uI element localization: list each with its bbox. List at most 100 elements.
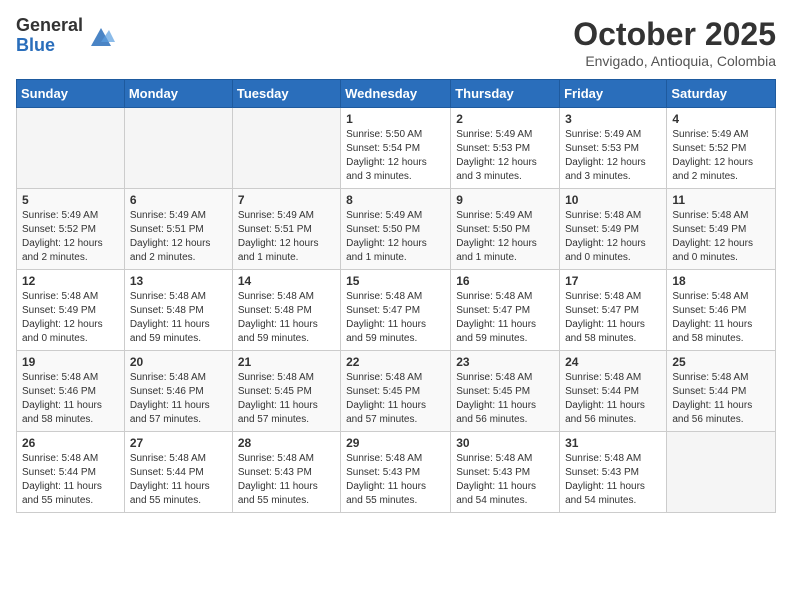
day-number: 31 — [565, 436, 661, 450]
cell-sun-info: Sunrise: 5:49 AM Sunset: 5:53 PM Dayligh… — [565, 128, 661, 184]
calendar-header-row: SundayMondayTuesdayWednesdayThursdayFrid… — [17, 80, 776, 108]
cell-sun-info: Sunrise: 5:49 AM Sunset: 5:51 PM Dayligh… — [238, 209, 335, 265]
day-number: 9 — [456, 193, 554, 207]
day-number: 11 — [672, 193, 770, 207]
calendar-cell — [124, 108, 232, 189]
day-number: 22 — [346, 355, 445, 369]
day-number: 12 — [22, 274, 119, 288]
cell-sun-info: Sunrise: 5:48 AM Sunset: 5:47 PM Dayligh… — [565, 290, 661, 346]
calendar-cell: 28Sunrise: 5:48 AM Sunset: 5:43 PM Dayli… — [232, 432, 340, 513]
calendar-cell: 12 Sunrise: 5:48 AM Sunset: 5:49 PM Dayli… — [17, 270, 125, 351]
calendar-cell: 23Sunrise: 5:48 AM Sunset: 5:45 PM Dayli… — [451, 351, 560, 432]
day-number: 3 — [565, 112, 661, 126]
calendar-cell: 7 Sunrise: 5:49 AM Sunset: 5:51 PM Daylig… — [232, 189, 340, 270]
calendar-cell: 25 Sunrise: 5:48 AM Sunset: 5:44 PM Dayli… — [667, 351, 776, 432]
day-number: 1 — [346, 112, 445, 126]
day-number: 13 — [130, 274, 227, 288]
calendar-cell: 1 Sunrise: 5:50 AM Sunset: 5:54 PM Daylig… — [341, 108, 451, 189]
page-header: General Blue October 2025 Envigado, Anti… — [16, 16, 776, 69]
day-number: 4 — [672, 112, 770, 126]
day-number: 8 — [346, 193, 445, 207]
day-number: 24 — [565, 355, 661, 369]
day-of-week-header: Sunday — [17, 80, 125, 108]
cell-sun-info: Sunrise: 5:50 AM Sunset: 5:54 PM Dayligh… — [346, 128, 445, 184]
cell-sun-info: Sunrise: 5:48 AM Sunset: 5:45 PM Dayligh… — [346, 371, 445, 427]
day-number: 21 — [238, 355, 335, 369]
logo-text: General Blue — [16, 16, 83, 56]
cell-sun-info: Sunrise: 5:49 AM Sunset: 5:53 PM Dayligh… — [456, 128, 554, 184]
calendar-cell: 21 Sunrise: 5:48 AM Sunset: 5:45 PM Dayli… — [232, 351, 340, 432]
calendar-cell: 8 Sunrise: 5:49 AM Sunset: 5:50 PM Daylig… — [341, 189, 451, 270]
cell-sun-info: Sunrise: 5:48 AM Sunset: 5:44 PM Dayligh… — [565, 371, 661, 427]
calendar-cell: 3 Sunrise: 5:49 AM Sunset: 5:53 PM Daylig… — [560, 108, 667, 189]
cell-sun-info: Sunrise: 5:48 AM Sunset: 5:46 PM Dayligh… — [672, 290, 770, 346]
calendar-cell: 26Sunrise: 5:48 AM Sunset: 5:44 PM Dayli… — [17, 432, 125, 513]
cell-sun-info: Sunrise: 5:48 AM Sunset: 5:46 PM Dayligh… — [130, 371, 227, 427]
day-number: 15 — [346, 274, 445, 288]
day-of-week-header: Wednesday — [341, 80, 451, 108]
cell-sun-info: Sunrise: 5:48 AM Sunset: 5:44 PM Dayligh… — [22, 452, 119, 508]
calendar-cell: 29Sunrise: 5:48 AM Sunset: 5:43 PM Dayli… — [341, 432, 451, 513]
cell-sun-info: Sunrise: 5:48 AM Sunset: 5:43 PM Dayligh… — [456, 452, 554, 508]
cell-sun-info: Sunrise: 5:48 AM Sunset: 5:43 PM Dayligh… — [346, 452, 445, 508]
day-number: 27 — [130, 436, 227, 450]
calendar-cell — [667, 432, 776, 513]
month-year-title: October 2025 — [573, 16, 776, 53]
day-number: 30 — [456, 436, 554, 450]
calendar-cell: 22 Sunrise: 5:48 AM Sunset: 5:45 PM Dayli… — [341, 351, 451, 432]
calendar-cell: 24 Sunrise: 5:48 AM Sunset: 5:44 PM Dayli… — [560, 351, 667, 432]
cell-sun-info: Sunrise: 5:48 AM Sunset: 5:45 PM Dayligh… — [238, 371, 335, 427]
calendar-cell: 6 Sunrise: 5:49 AM Sunset: 5:51 PM Daylig… — [124, 189, 232, 270]
calendar-cell: 27Sunrise: 5:48 AM Sunset: 5:44 PM Dayli… — [124, 432, 232, 513]
day-number: 6 — [130, 193, 227, 207]
cell-sun-info: Sunrise: 5:49 AM Sunset: 5:50 PM Dayligh… — [456, 209, 554, 265]
day-number: 25 — [672, 355, 770, 369]
calendar-cell: 5Sunrise: 5:49 AM Sunset: 5:52 PM Daylig… — [17, 189, 125, 270]
calendar-cell: 9 Sunrise: 5:49 AM Sunset: 5:50 PM Daylig… — [451, 189, 560, 270]
calendar-cell: 2 Sunrise: 5:49 AM Sunset: 5:53 PM Daylig… — [451, 108, 560, 189]
day-of-week-header: Tuesday — [232, 80, 340, 108]
calendar-week-row: 5Sunrise: 5:49 AM Sunset: 5:52 PM Daylig… — [17, 189, 776, 270]
logo-icon — [87, 22, 115, 50]
calendar-cell: 14 Sunrise: 5:48 AM Sunset: 5:48 PM Dayli… — [232, 270, 340, 351]
calendar-cell: 30 Sunrise: 5:48 AM Sunset: 5:43 PM Dayli… — [451, 432, 560, 513]
cell-sun-info: Sunrise: 5:48 AM Sunset: 5:49 PM Dayligh… — [22, 290, 119, 346]
day-of-week-header: Monday — [124, 80, 232, 108]
title-block: October 2025 Envigado, Antioquia, Colomb… — [573, 16, 776, 69]
calendar-cell: 15 Sunrise: 5:48 AM Sunset: 5:47 PM Dayli… — [341, 270, 451, 351]
day-number: 14 — [238, 274, 335, 288]
calendar-week-row: 26Sunrise: 5:48 AM Sunset: 5:44 PM Dayli… — [17, 432, 776, 513]
day-number: 28 — [238, 436, 335, 450]
cell-sun-info: Sunrise: 5:48 AM Sunset: 5:49 PM Dayligh… — [672, 209, 770, 265]
cell-sun-info: Sunrise: 5:48 AM Sunset: 5:48 PM Dayligh… — [238, 290, 335, 346]
calendar-cell: 17 Sunrise: 5:48 AM Sunset: 5:47 PM Dayli… — [560, 270, 667, 351]
calendar-cell: 4 Sunrise: 5:49 AM Sunset: 5:52 PM Daylig… — [667, 108, 776, 189]
calendar-cell: 19Sunrise: 5:48 AM Sunset: 5:46 PM Dayli… — [17, 351, 125, 432]
day-number: 17 — [565, 274, 661, 288]
calendar-week-row: 19Sunrise: 5:48 AM Sunset: 5:46 PM Dayli… — [17, 351, 776, 432]
cell-sun-info: Sunrise: 5:48 AM Sunset: 5:49 PM Dayligh… — [565, 209, 661, 265]
location-subtitle: Envigado, Antioquia, Colombia — [573, 53, 776, 69]
day-number: 2 — [456, 112, 554, 126]
cell-sun-info: Sunrise: 5:48 AM Sunset: 5:48 PM Dayligh… — [130, 290, 227, 346]
cell-sun-info: Sunrise: 5:48 AM Sunset: 5:47 PM Dayligh… — [456, 290, 554, 346]
calendar-cell: 20 Sunrise: 5:48 AM Sunset: 5:46 PM Dayli… — [124, 351, 232, 432]
cell-sun-info: Sunrise: 5:49 AM Sunset: 5:51 PM Dayligh… — [130, 209, 227, 265]
day-of-week-header: Saturday — [667, 80, 776, 108]
cell-sun-info: Sunrise: 5:48 AM Sunset: 5:47 PM Dayligh… — [346, 290, 445, 346]
logo-general: General — [16, 16, 83, 36]
day-number: 7 — [238, 193, 335, 207]
calendar-cell: 11 Sunrise: 5:48 AM Sunset: 5:49 PM Dayli… — [667, 189, 776, 270]
calendar-cell: 10 Sunrise: 5:48 AM Sunset: 5:49 PM Dayli… — [560, 189, 667, 270]
calendar-week-row: 1 Sunrise: 5:50 AM Sunset: 5:54 PM Daylig… — [17, 108, 776, 189]
cell-sun-info: Sunrise: 5:49 AM Sunset: 5:50 PM Dayligh… — [346, 209, 445, 265]
day-number: 10 — [565, 193, 661, 207]
day-number: 20 — [130, 355, 227, 369]
logo: General Blue — [16, 16, 115, 56]
logo-blue: Blue — [16, 36, 83, 56]
cell-sun-info: Sunrise: 5:49 AM Sunset: 5:52 PM Dayligh… — [672, 128, 770, 184]
calendar-cell: 18Sunrise: 5:48 AM Sunset: 5:46 PM Dayli… — [667, 270, 776, 351]
cell-sun-info: Sunrise: 5:48 AM Sunset: 5:46 PM Dayligh… — [22, 371, 119, 427]
day-number: 23 — [456, 355, 554, 369]
cell-sun-info: Sunrise: 5:48 AM Sunset: 5:44 PM Dayligh… — [672, 371, 770, 427]
